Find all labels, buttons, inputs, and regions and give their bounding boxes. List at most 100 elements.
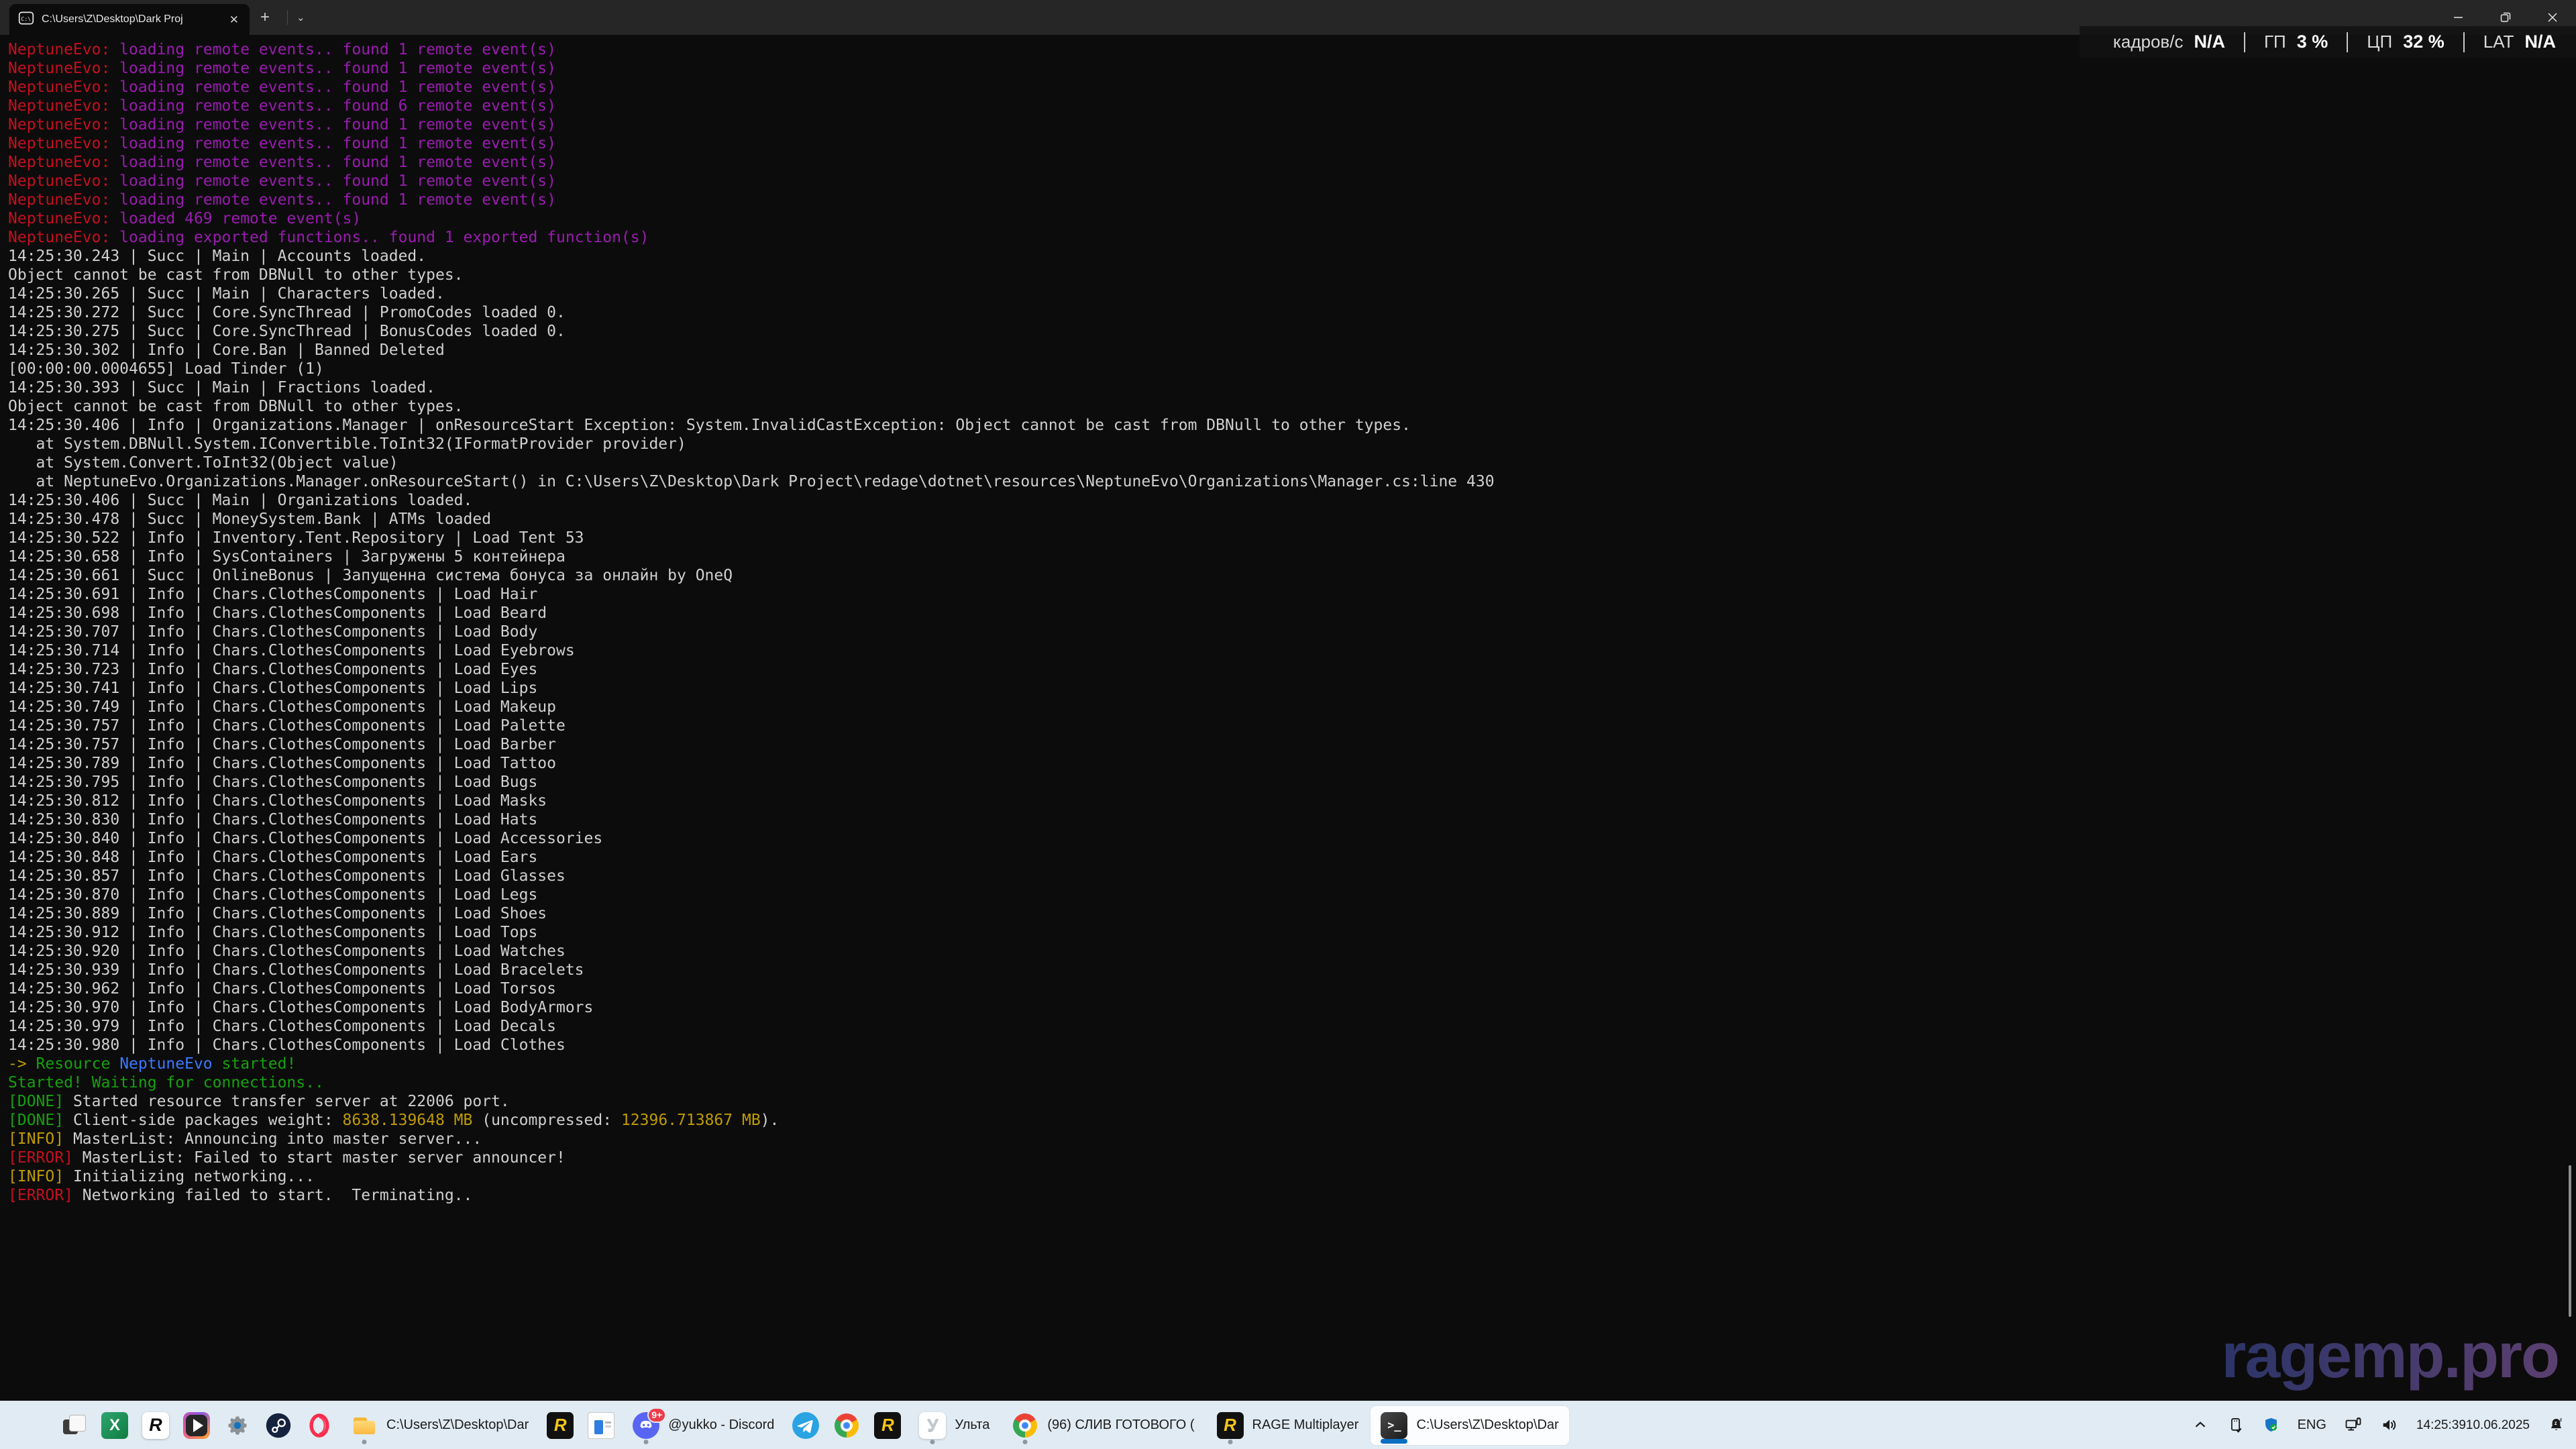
language-indicator[interactable]: ENG [2298,1417,2326,1433]
cmd-icon: C:\ [17,9,35,30]
taskbar-window-label: @yukko - Discord [668,1417,774,1433]
chrome-icon [833,1412,860,1439]
opera-gx-icon [306,1412,333,1439]
usb-device-icon[interactable] [2226,1416,2245,1434]
console-line: 14:25:30.757 | Info | Chars.ClothesCompo… [8,735,1495,754]
taskbar-window-chrome[interactable] [827,1406,866,1445]
open-window-dot [1228,1440,1232,1444]
svg-text:z: z [2560,1416,2563,1422]
console-line: 14:25:30.840 | Info | Chars.ClothesCompo… [8,829,1495,848]
console-line: 14:25:30.939 | Info | Chars.ClothesCompo… [8,961,1495,979]
console-line: [ERROR] MasterList: Failed to start mast… [8,1148,1495,1167]
speaker-icon[interactable] [2380,1415,2399,1434]
taskbar-window-rage-black[interactable]: RRAGE Multiplayer [1207,1406,1369,1445]
perf-metric-value: 3 % [2297,32,2328,52]
console-line: NeptuneEvo: loading remote events.. foun… [8,59,1495,78]
perf-metric: кадров/сN/A [2113,32,2225,52]
console-line: 14:25:30.912 | Info | Chars.ClothesCompo… [8,923,1495,942]
taskbar-window-rage-black[interactable]: R [541,1406,580,1445]
icon-wrap: R [874,1412,901,1439]
taskbar-window-label: C:\Users\Z\Desktop\Dar [1416,1417,1558,1433]
console-output: NeptuneEvo: loading remote events.. foun… [8,40,1495,1205]
terminal-tab[interactable]: C:\ C:\Users\Z\Desktop\Dark Proj ✕ [9,4,250,35]
console-line: 14:25:30.707 | Info | Chars.ClothesCompo… [8,623,1495,641]
icon-wrap [183,1412,210,1439]
icon-wrap [588,1412,614,1439]
console-line: [00:00:00.0004655] Load Tinder (1) [8,360,1495,378]
tabs-dropdown-icon[interactable]: ⌄ [297,0,305,35]
icon-wrap [792,1412,819,1439]
chrome-icon [1012,1412,1038,1439]
clock[interactable]: 14:25:39 10.06.2025 [2416,1417,2530,1433]
console-line: at System.Convert.ToInt32(Object value) [8,453,1495,472]
icon-wrap: R [547,1412,574,1439]
watermark: ragemp.pro [2221,1320,2559,1393]
console-line: Object cannot be cast from DBNull to oth… [8,266,1495,284]
icon-wrap [60,1412,87,1439]
ulta-icon: У [919,1412,946,1439]
console-line: [INFO] Initializing networking... [8,1167,1495,1186]
console-line: 14:25:30.741 | Info | Chars.ClothesCompo… [8,679,1495,698]
console-line: 14:25:30.980 | Info | Chars.ClothesCompo… [8,1036,1495,1055]
taskbar-pinned-rage-white[interactable]: R [136,1406,175,1445]
icon-wrap [224,1412,251,1439]
desktop: { "window": { "tab_title": "C:\\Users\\Z… [0,0,2576,1449]
console-line: 14:25:30.812 | Info | Chars.ClothesCompo… [8,792,1495,810]
notification-badge: 9+ [647,1407,666,1423]
network-icon[interactable] [2344,1415,2363,1434]
taskbar-window-discord[interactable]: 9+@yukko - Discord [623,1406,784,1445]
performance-overlay: кадров/сN/AГП3 %ЦП32 %LATN/A [2080,26,2576,58]
notification-bell-icon[interactable]: zz [2547,1416,2565,1434]
explorer-icon [351,1412,378,1439]
new-tab-button[interactable]: + [260,0,270,35]
scrollbar-thumb[interactable] [2569,1165,2571,1317]
taskbar-pinned-start[interactable] [13,1406,52,1445]
taskbar-pinned-settings[interactable] [218,1406,257,1445]
console-line: 14:25:30.979 | Info | Chars.ClothesCompo… [8,1017,1495,1036]
perf-metric-label: LAT [2483,32,2514,52]
console-line: 14:25:30.848 | Info | Chars.ClothesCompo… [8,848,1495,867]
console-line: 14:25:30.661 | Succ | OnlineBonus | Запу… [8,566,1495,585]
icon-wrap: У [919,1412,946,1439]
taskbar-pinned-steam[interactable] [259,1406,298,1445]
active-window-indicator [1381,1439,1407,1444]
open-window-dot [362,1440,367,1444]
console-line: NeptuneEvo: loading remote events.. foun… [8,78,1495,97]
console-line: 14:25:30.393 | Succ | Main | Fractions l… [8,378,1495,397]
icon-wrap: 9+ [633,1412,659,1439]
taskbar-window-terminal[interactable]: >_C:\Users\Z\Desktop\Dar [1371,1406,1568,1445]
taskbar-window-blue-window[interactable] [582,1406,621,1445]
icon-wrap [833,1412,860,1439]
taskbar-pinned-task-view[interactable] [54,1406,93,1445]
console-line: 14:25:30.714 | Info | Chars.ClothesCompo… [8,641,1495,660]
taskbar-window-rage-black[interactable]: R [868,1406,907,1445]
perf-metric: ЦП32 % [2367,32,2444,52]
windows-security-shield-icon[interactable] [2262,1416,2280,1434]
perf-metric-label: ГП [2264,32,2286,52]
perf-separator [2347,32,2348,52]
tray-chevron-up-icon[interactable] [2192,1416,2209,1434]
taskbar-pinned-excel[interactable]: X [95,1406,134,1445]
open-window-dot [930,1440,935,1444]
perf-metric-label: ЦП [2367,32,2392,52]
console-line: 14:25:30.970 | Info | Chars.ClothesCompo… [8,998,1495,1017]
icon-wrap: R [142,1412,169,1439]
taskbar: XRC:\Users\Z\Desktop\DarR9+@yukko - Disc… [0,1401,2576,1449]
console-line: 14:25:30.691 | Info | Chars.ClothesCompo… [8,585,1495,604]
perf-separator [2244,32,2245,52]
taskbar-pinned-opera-gx[interactable] [300,1406,339,1445]
taskbar-window-ulta[interactable]: УУльта [909,1406,1000,1445]
console-line: [DONE] Client-side packages weight: 8638… [8,1111,1495,1130]
icon-wrap [19,1412,46,1439]
console-line: 14:25:30.265 | Succ | Main | Characters … [8,284,1495,303]
taskbar-window-telegram[interactable] [786,1406,825,1445]
system-tray: ENG 14:25:39 10.06.2025 zz [2192,1401,2576,1449]
console-line: 14:25:30.749 | Info | Chars.ClothesCompo… [8,698,1495,716]
tab-close-icon[interactable]: ✕ [227,13,241,27]
taskbar-window-explorer[interactable]: C:\Users\Z\Desktop\Dar [341,1406,539,1445]
console-line: 14:25:30.698 | Info | Chars.ClothesCompo… [8,604,1495,623]
console-line: 14:25:30.789 | Info | Chars.ClothesCompo… [8,754,1495,773]
taskbar-window-chrome[interactable]: (96) СЛИВ ГОТОВОГО ( [1002,1406,1204,1445]
taskbar-pinned-media-player[interactable] [177,1406,216,1445]
console-line: NeptuneEvo: loading remote events.. foun… [8,97,1495,115]
